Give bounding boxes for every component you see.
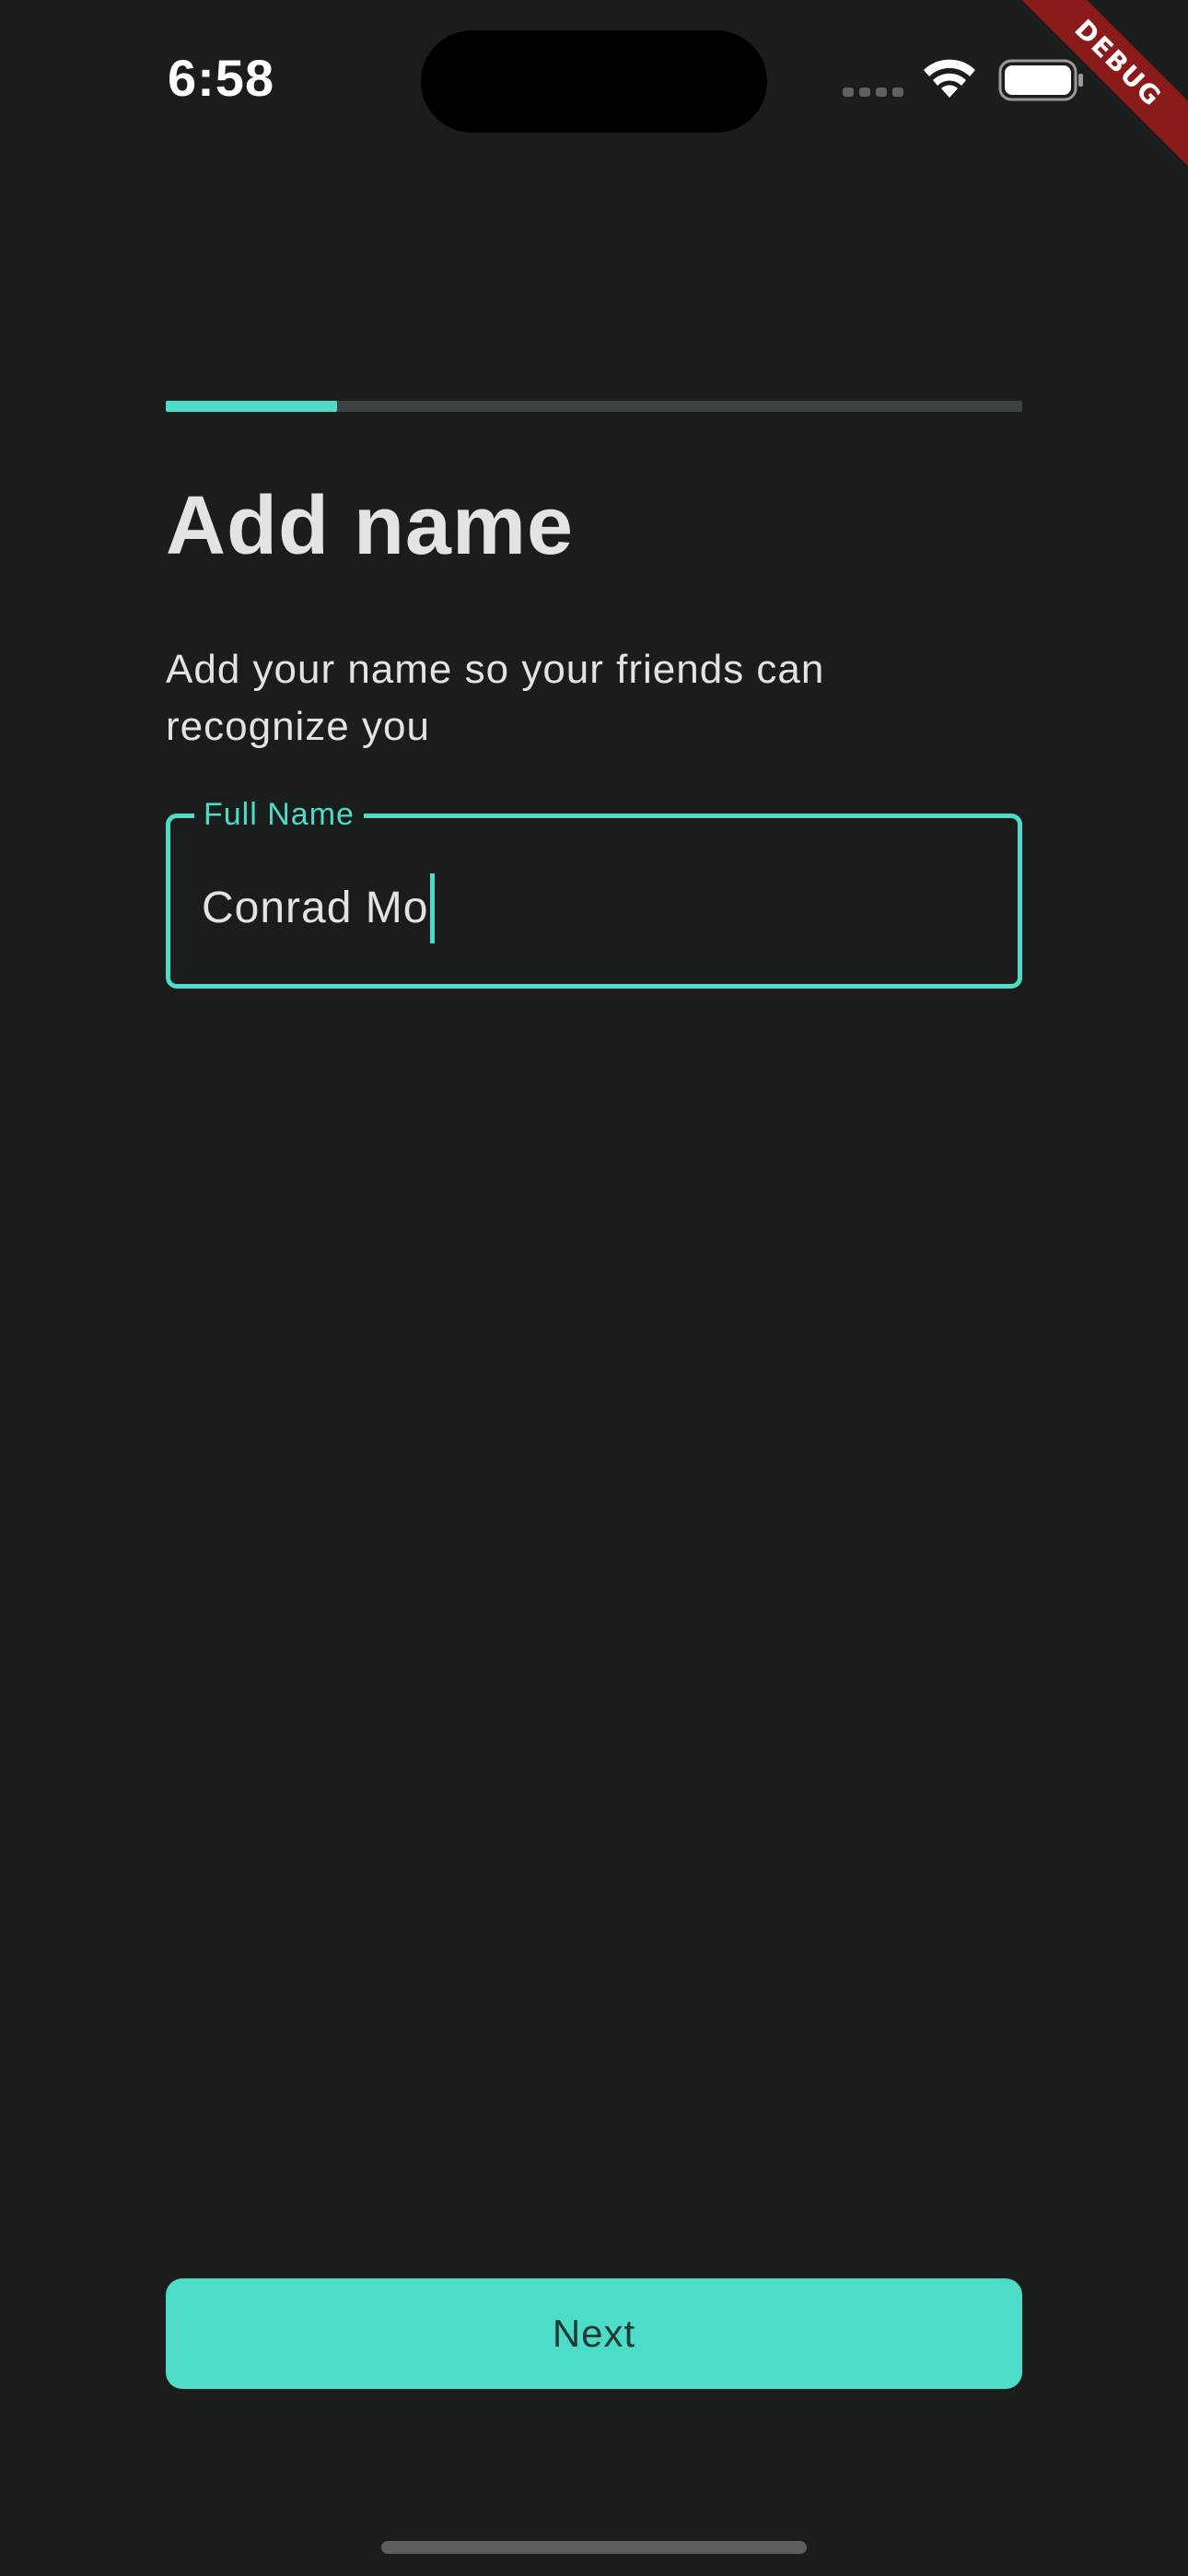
full-name-label: Full Name bbox=[194, 796, 364, 833]
status-time: 6:58 bbox=[168, 49, 275, 107]
full-name-input[interactable]: Conrad Mo bbox=[202, 873, 436, 943]
battery-icon bbox=[998, 59, 1083, 101]
wifi-icon bbox=[924, 59, 975, 98]
page-title: Add name bbox=[166, 480, 575, 572]
progress-fill bbox=[166, 401, 337, 412]
full-name-value: Conrad Mo bbox=[202, 884, 429, 932]
next-button[interactable]: Next bbox=[166, 2278, 1022, 2389]
home-indicator[interactable] bbox=[381, 2541, 807, 2554]
cellular-signal-icon bbox=[843, 88, 903, 97]
text-caret bbox=[430, 873, 436, 943]
page-subtitle: Add your name so your friends can recogn… bbox=[166, 647, 825, 749]
full-name-field[interactable]: Full Name Conrad Mo bbox=[166, 796, 1022, 989]
dynamic-island bbox=[421, 30, 767, 133]
status-bar: 6:58 bbox=[0, 0, 1188, 157]
onboarding-progress-bar bbox=[166, 401, 1022, 412]
